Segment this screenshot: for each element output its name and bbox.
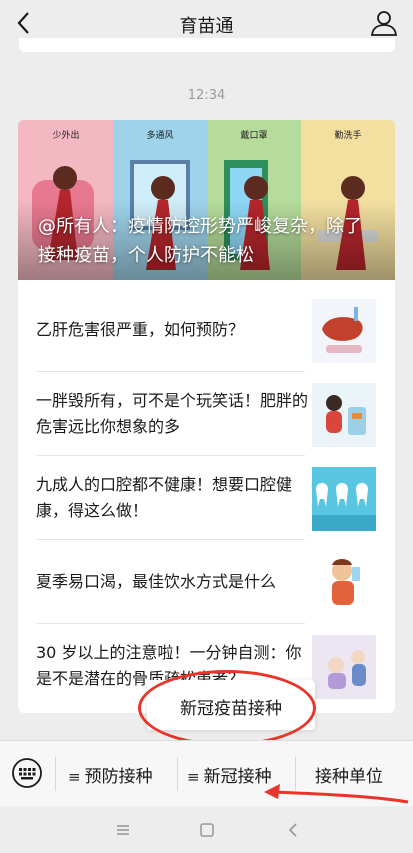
- menu-icon[interactable]: [114, 821, 132, 839]
- article-title: 乙肝危害很严重，如何预防？: [36, 320, 245, 339]
- banner-panel-label: 勤洗手: [334, 131, 362, 141]
- drinking-water-thumbnail: [312, 551, 376, 615]
- menu-list-icon: ≡: [187, 768, 200, 786]
- home-icon[interactable]: [198, 821, 216, 839]
- previous-message-card: [19, 38, 395, 52]
- banner-caption: @所有人：疫情防控形势严峻复杂，除了接种疫苗，个人防护不能松: [38, 216, 362, 266]
- menu-list-icon: ≡: [68, 768, 81, 786]
- banner-panel-label: 多通风: [146, 131, 174, 141]
- obesity-thumbnail: [312, 383, 376, 447]
- banner-panel-label: 少外出: [52, 131, 80, 141]
- osteoporosis-thumbnail: [312, 635, 376, 699]
- article-list-item[interactable]: 一胖毁所有，可不是个玩笑话！肥胖的危害远比你想象的多: [18, 372, 395, 456]
- page-title: 育苗通: [179, 16, 234, 37]
- article-list-item[interactable]: 九成人的口腔都不健康！想要口腔健康，得这么做！: [18, 456, 395, 540]
- back-icon[interactable]: [285, 821, 303, 839]
- teeth-thumbnail: [312, 467, 376, 531]
- keyboard-icon[interactable]: [11, 757, 43, 789]
- submenu-popup: 新冠疫苗接种: [147, 680, 315, 730]
- menu-label: 预防接种: [84, 767, 153, 787]
- divider: [177, 757, 178, 791]
- article-title: 一胖毁所有，可不是个玩笑话！肥胖的危害远比你想象的多: [36, 391, 309, 436]
- divider: [55, 757, 56, 791]
- submenu-item-covid-vaccination[interactable]: 新冠疫苗接种: [147, 694, 315, 719]
- banner-panel-label: 戴口罩: [240, 131, 268, 141]
- system-nav-bar: [0, 806, 413, 853]
- article-list-item[interactable]: 夏季易口渴，最佳饮水方式是什么: [18, 540, 395, 624]
- menu-covid-vaccination[interactable]: ≡ 新冠接种: [187, 762, 272, 787]
- annotation-arrow: [264, 784, 409, 804]
- liver-thumbnail: [312, 299, 376, 363]
- article-title: 九成人的口腔都不健康！想要口腔健康，得这么做！: [36, 475, 293, 520]
- message-timestamp: 12:34: [187, 88, 226, 103]
- menu-preventive-vaccination[interactable]: ≡ 预防接种: [68, 762, 153, 787]
- person-icon[interactable]: [369, 8, 399, 38]
- article-list-item[interactable]: 乙肝危害很严重，如何预防？: [18, 288, 395, 372]
- article-card: 少外出 多通风 戴口罩 勤洗手 @所有人：疫情防控形势严峻复杂，除了接种疫苗，个…: [18, 120, 395, 713]
- banner-article[interactable]: 少外出 多通风 戴口罩 勤洗手 @所有人：疫情防控形势严峻复杂，除了接种疫苗，个…: [18, 120, 395, 280]
- article-title: 夏季易口渴，最佳饮水方式是什么: [36, 572, 277, 591]
